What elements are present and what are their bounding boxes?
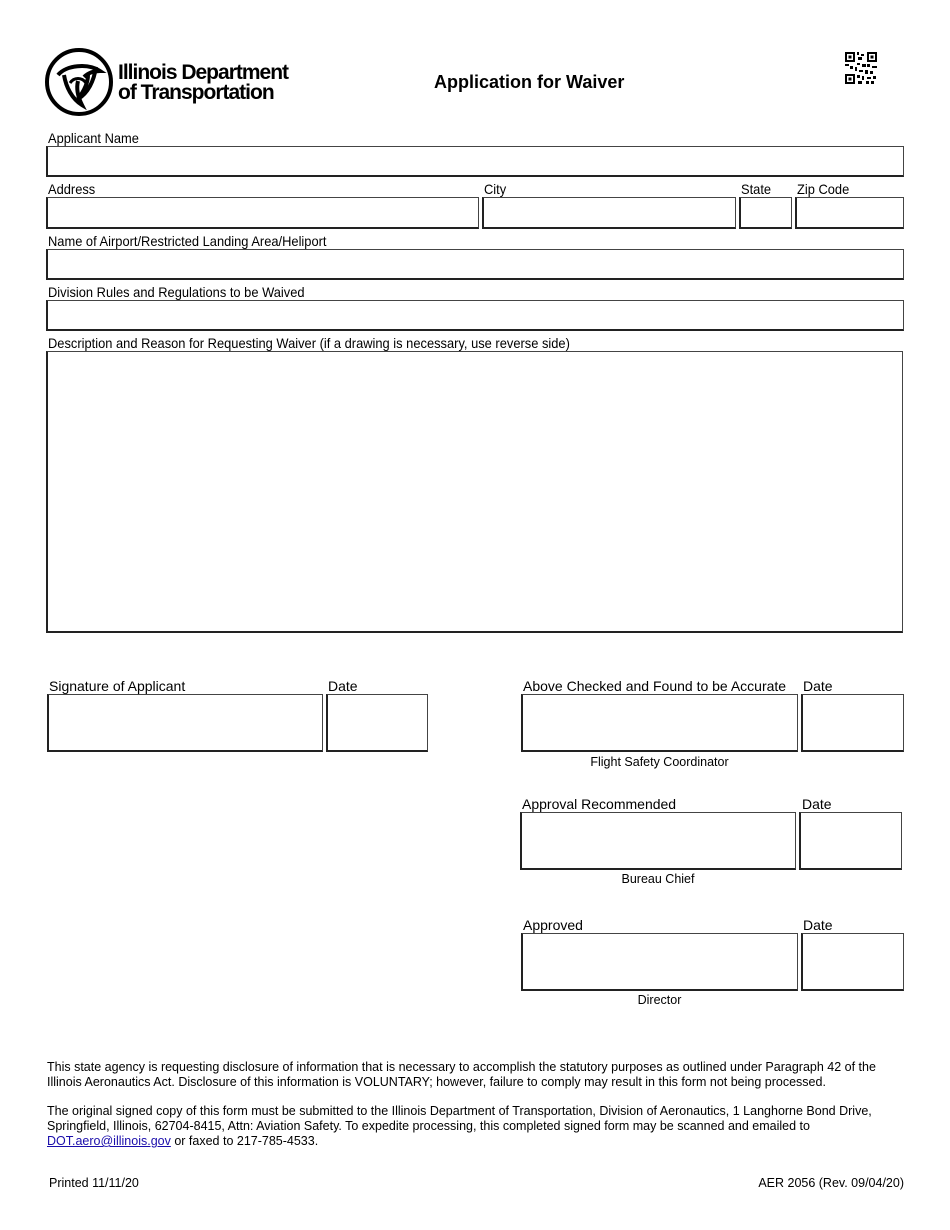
submission-line-3: DOT.aero@illinois.gov or faxed to 217-78… (47, 1134, 907, 1149)
checked-accurate-label: Above Checked and Found to be Accurate (523, 678, 787, 694)
state-field[interactable] (739, 197, 792, 229)
bureau-chief-caption: Bureau Chief (621, 872, 695, 886)
approved-date-label: Date (803, 917, 833, 933)
address-field[interactable] (46, 197, 479, 229)
airport-name-input[interactable] (48, 250, 903, 278)
applicant-name-field[interactable] (46, 146, 904, 177)
applicant-signature-label: Signature of Applicant (49, 678, 186, 694)
zip-code-label: Zip Code (797, 181, 850, 197)
disclosure-line-2: Illinois Aeronautics Act. Disclosure of … (47, 1075, 826, 1089)
airport-name-field[interactable] (46, 249, 904, 280)
idot-trefoil-logo-icon (45, 48, 113, 116)
recommended-date-field[interactable] (799, 812, 902, 870)
address-label: Address (48, 181, 96, 197)
checked-date-label: Date (803, 678, 833, 694)
rules-waived-label: Division Rules and Regulations to be Wai… (48, 284, 305, 300)
city-input[interactable] (484, 198, 735, 227)
qr-code-icon (845, 52, 877, 84)
rules-waived-field[interactable] (46, 300, 904, 331)
disclosure-notice: This state agency is requesting disclosu… (47, 1060, 907, 1090)
director-caption: Director (637, 993, 682, 1007)
approved-label: Approved (523, 917, 583, 933)
applicant-name-input[interactable] (48, 147, 903, 175)
approved-signature-field[interactable] (521, 933, 798, 991)
approval-recommended-signature-field[interactable] (520, 812, 796, 870)
submission-notice: The original signed copy of this form mu… (47, 1104, 907, 1149)
airport-name-label: Name of Airport/Restricted Landing Area/… (48, 233, 327, 249)
zip-code-input[interactable] (797, 198, 903, 227)
city-field[interactable] (482, 197, 736, 229)
fax-text: or faxed to 217-785-4533. (170, 1134, 319, 1148)
description-field[interactable] (46, 351, 903, 633)
form-title: Application for Waiver (434, 72, 625, 92)
form-id: AER 2056 (Rev. 09/04/20) (758, 1176, 904, 1190)
approved-date-field[interactable] (801, 933, 904, 991)
description-label: Description and Reason for Requesting Wa… (48, 335, 570, 351)
rules-waived-input[interactable] (48, 301, 903, 329)
applicant-date-label: Date (328, 678, 358, 694)
agency-name-line2: of Transportation (118, 81, 275, 104)
checked-accurate-signature-field[interactable] (521, 694, 798, 752)
applicant-date-input[interactable] (328, 695, 427, 750)
recommended-date-label: Date (802, 796, 832, 812)
agency-name: Illinois Department of Transportation (118, 61, 289, 104)
submission-line-1: The original signed copy of this form mu… (47, 1104, 872, 1118)
approved-date-input[interactable] (803, 934, 903, 989)
recommended-date-input[interactable] (801, 813, 901, 868)
disclosure-line-1: This state agency is requesting disclosu… (47, 1060, 876, 1074)
email-link[interactable]: DOT.aero@illinois.gov (47, 1134, 171, 1148)
applicant-date-field[interactable] (326, 694, 428, 752)
submission-line-2: Springfield, Illinois, 62704-8415, Attn:… (47, 1119, 810, 1133)
applicant-name-label: Applicant Name (48, 130, 139, 146)
applicant-signature-field[interactable] (47, 694, 323, 752)
printed-date: Printed 11/11/20 (49, 1176, 139, 1190)
zip-code-field[interactable] (795, 197, 904, 229)
state-label: State (741, 181, 772, 197)
state-input[interactable] (741, 198, 791, 227)
approval-recommended-label: Approval Recommended (522, 796, 677, 812)
idot-logo (44, 47, 114, 117)
city-label: City (484, 181, 507, 197)
description-textarea[interactable] (48, 352, 902, 631)
flight-safety-coordinator-caption: Flight Safety Coordinator (590, 755, 729, 769)
address-input[interactable] (48, 198, 478, 227)
checked-date-input[interactable] (803, 695, 903, 750)
checked-date-field[interactable] (801, 694, 904, 752)
agency-name-line1: Illinois Department (118, 61, 289, 84)
